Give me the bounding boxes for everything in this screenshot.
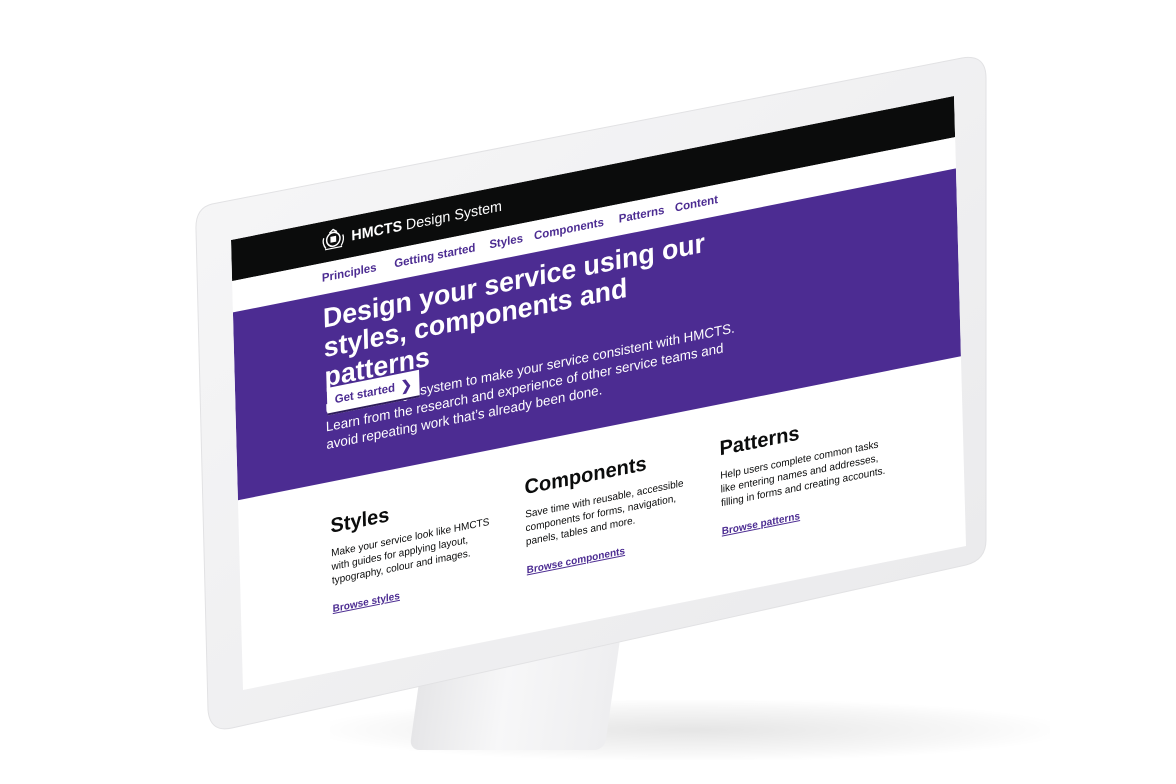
browse-components-link[interactable]: Browse components (527, 545, 626, 576)
nav-item-principles[interactable]: Principles (322, 260, 377, 285)
browse-styles-link[interactable]: Browse styles (333, 590, 401, 615)
logo-text: Design System (405, 197, 503, 234)
logo-bold-text: HMCTS (351, 217, 403, 245)
card-components: Components Save time with reusable, acce… (524, 443, 698, 579)
get-started-label: Get started (334, 380, 396, 407)
royal-crest-icon (322, 228, 345, 251)
monitor-mockup: HMCTS Design System Principles Getting s… (0, 0, 1176, 784)
card-patterns: Patterns Help users complete common task… (719, 404, 893, 540)
browse-patterns-link[interactable]: Browse patterns (722, 510, 801, 537)
chevron-right-icon: ❯ (400, 375, 413, 394)
card-styles: Styles Make your service look like HMCTS… (330, 481, 504, 617)
nav-item-components[interactable]: Components (534, 215, 604, 243)
nav-item-content[interactable]: Content (675, 192, 718, 214)
nav-item-patterns[interactable]: Patterns (619, 203, 665, 226)
nav-item-styles[interactable]: Styles (489, 231, 523, 251)
